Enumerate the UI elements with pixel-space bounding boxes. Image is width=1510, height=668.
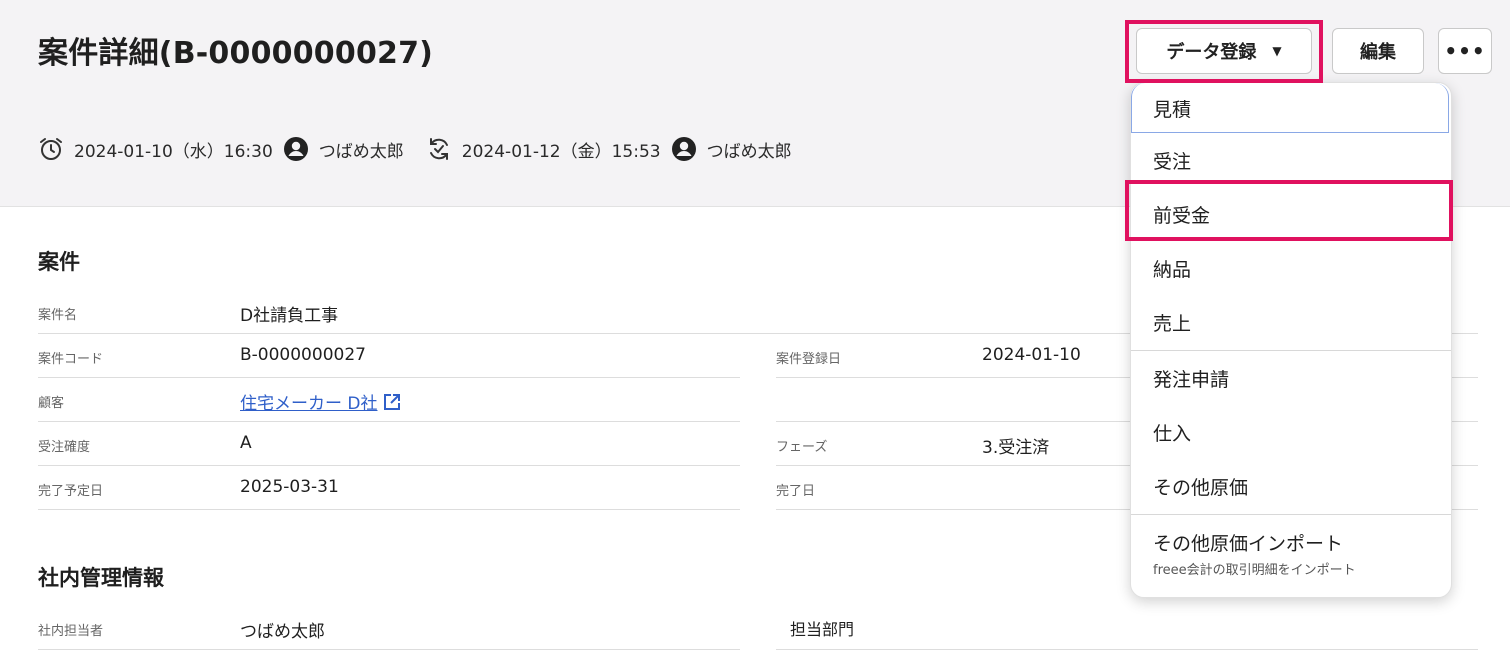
field-label: 完了予定日: [38, 484, 104, 499]
dropdown-item-order[interactable]: 受注: [1131, 133, 1451, 187]
field-value: B-0000000027: [240, 345, 366, 365]
field-customer: 顧客 住宅メーカー D社: [38, 380, 740, 422]
data-register-button[interactable]: データ登録 ▼: [1136, 28, 1312, 74]
dropdown-item-purchase-request[interactable]: 発注申請: [1131, 351, 1451, 405]
field-value: D社請負工事: [240, 306, 339, 326]
data-register-label: データ登録: [1166, 42, 1257, 63]
section-title-internal: 社内管理情報: [38, 566, 164, 590]
field-order-probability: 受注確度 A: [38, 424, 740, 466]
customer-link[interactable]: 住宅メーカー D社: [240, 389, 402, 414]
record-meta: 2024-01-10（水）16:30 つばめ太郎 2024-01-12（金）15…: [38, 136, 814, 162]
edit-button[interactable]: 編集: [1332, 28, 1424, 74]
external-link-icon: [383, 393, 400, 410]
field-label: 社内担当者: [38, 624, 104, 639]
field-label: 案件コード: [38, 352, 104, 367]
updated-datetime: 2024-01-12（金）15:53: [461, 141, 661, 162]
dropdown-item-advance-payment[interactable]: 前受金: [1131, 187, 1451, 241]
dropdown-item-label: その他原価インポート: [1153, 533, 1344, 555]
field-value: つばめ太郎: [240, 622, 325, 642]
field-value: 2025-03-31: [240, 477, 339, 497]
field-value: 3.受注済: [982, 438, 1050, 458]
dropdown-item-sales[interactable]: 売上: [1131, 295, 1451, 349]
dropdown-item-other-cost[interactable]: その他原価: [1131, 459, 1451, 513]
field-value: A: [240, 433, 252, 453]
page-title: 案件詳細(B-0000000027): [38, 36, 434, 71]
data-register-dropdown: 見積 受注 前受金 納品 売上 発注申請 仕入 その他原価 その他原価インポート…: [1130, 82, 1452, 598]
updated-by: つばめ太郎: [706, 141, 792, 162]
more-icon: •••: [1444, 39, 1486, 63]
field-project-code: 案件コード B-0000000027: [38, 336, 740, 378]
field-label: フェーズ: [776, 440, 828, 455]
field-department: 担当部門: [776, 608, 1478, 650]
created-info: 2024-01-10（水）16:30 つばめ太郎: [38, 136, 404, 162]
field-label: 案件登録日: [776, 352, 842, 367]
more-options-button[interactable]: •••: [1438, 28, 1492, 74]
created-by: つばめ太郎: [318, 141, 404, 162]
field-label: 担当部門: [790, 620, 855, 639]
dropdown-item-purchase[interactable]: 仕入: [1131, 405, 1451, 459]
dropdown-item-subtext: freee会計の取引明細をインポート: [1153, 563, 1356, 578]
section-title-project: 案件: [38, 250, 80, 274]
field-internal-staff: 社内担当者 つばめ太郎: [38, 608, 740, 650]
created-datetime: 2024-01-10（水）16:30: [74, 141, 273, 162]
field-label: 顧客: [38, 396, 65, 411]
user-icon: [671, 136, 697, 162]
field-label: 受注確度: [38, 440, 91, 455]
edit-label: 編集: [1360, 42, 1396, 63]
dropdown-item-delivery[interactable]: 納品: [1131, 241, 1451, 295]
sync-icon: [426, 136, 452, 162]
alarm-clock-icon: [38, 136, 64, 162]
field-label: 案件名: [38, 308, 78, 323]
field-label: 完了日: [776, 484, 816, 499]
user-icon: [283, 136, 309, 162]
field-planned-completion: 完了予定日 2025-03-31: [38, 468, 740, 510]
caret-down-icon: ▼: [1272, 44, 1282, 58]
field-value: 2024-01-10: [982, 345, 1081, 365]
updated-info: 2024-01-12（金）15:53 つばめ太郎: [426, 136, 792, 162]
dropdown-item-estimate[interactable]: 見積: [1131, 83, 1451, 135]
